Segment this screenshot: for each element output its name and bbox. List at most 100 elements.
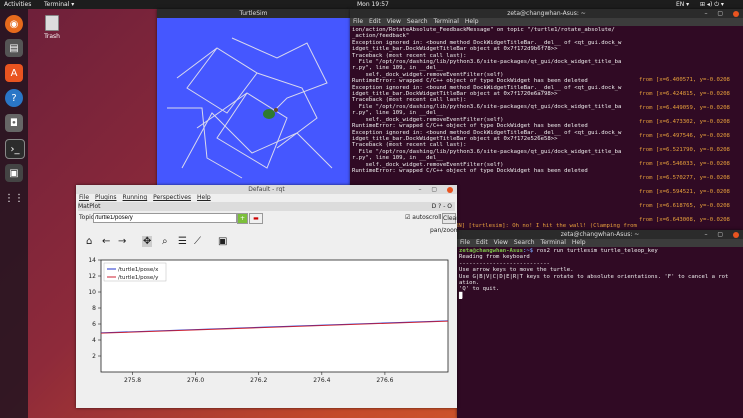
- forward-icon[interactable]: →: [118, 236, 126, 247]
- clock[interactable]: Mon 19:57: [357, 0, 389, 9]
- y-tick-label: 10: [88, 289, 96, 296]
- cursor: █: [459, 292, 463, 299]
- clamp-warning-line: from [x=6.594521, y=-0.0208: [639, 189, 730, 195]
- matplot-title: MatPlot: [78, 203, 101, 210]
- autoscroll-label: autoscroll: [412, 214, 442, 221]
- show-apps-icon[interactable]: ⋮⋮: [4, 189, 24, 207]
- prompt-user: zeta@changwhan-Asus: [459, 248, 523, 254]
- trash-label: Trash: [44, 33, 60, 40]
- configure-icon[interactable]: ☰: [178, 236, 187, 247]
- close-icon[interactable]: [733, 10, 739, 17]
- legend-label: /turtle1/pose/y: [118, 275, 159, 281]
- terminal2-titlebar[interactable]: zeta@changwhan-Asus: ~ – ▢: [457, 230, 743, 239]
- rqt-titlebar[interactable]: Default - rqt – ▢: [76, 185, 457, 194]
- software-center-icon[interactable]: A: [5, 64, 23, 82]
- terminal1-menubar: File Edit View Search Terminal Help: [350, 18, 743, 26]
- turtlesim-window: TurtleSim: [157, 9, 350, 187]
- clamp-warning-line: from [x=6.570277, y=-0.0208: [639, 175, 730, 181]
- y-tick-label: 6: [92, 321, 96, 328]
- terminal-line: Use G|B|V|C|D|E|R|T keys to rotate to ab…: [459, 273, 729, 280]
- y-tick-label: 14: [88, 257, 96, 264]
- terminal2-menu-file[interactable]: File: [460, 239, 470, 246]
- close-icon[interactable]: [447, 186, 453, 193]
- terminal1-menu-terminal[interactable]: Terminal: [434, 18, 459, 25]
- files-icon[interactable]: ▤: [5, 39, 23, 57]
- terminal2-menu-terminal[interactable]: Terminal: [541, 239, 566, 246]
- turtlesim-titlebar[interactable]: TurtleSim: [157, 9, 350, 18]
- terminal2-menu-search[interactable]: Search: [514, 239, 535, 246]
- firefox-icon[interactable]: ◉: [5, 15, 23, 33]
- rqt-menubar: File Plugins Running Perspectives Help: [76, 194, 457, 202]
- clamp-warning-line: from [x=6.449059, y=-0.0208: [639, 105, 730, 111]
- terminal2-menu-view[interactable]: View: [494, 239, 508, 246]
- rqt-menu-perspectives[interactable]: Perspectives: [153, 194, 191, 201]
- activities-button[interactable]: Activities: [4, 0, 31, 9]
- terminal1-menu-help[interactable]: Help: [465, 18, 479, 25]
- rqt-menu-file[interactable]: File: [79, 194, 89, 201]
- dock-controls[interactable]: D ? - O: [432, 202, 452, 211]
- system-tray-icons[interactable]: ⊞ ◂) ⏻ ▾: [700, 0, 724, 9]
- terminal-window-2: zeta@changwhan-Asus: ~ – ▢ File Edit View S…: [457, 230, 743, 418]
- top-panel: Activities Terminal ▾ Mon 19:57 EN ▾ ⊞ ◂…: [0, 0, 743, 9]
- terminal-icon[interactable]: ›_: [5, 139, 25, 159]
- input-source[interactable]: EN ▾: [676, 0, 689, 9]
- y-tick-label: 4: [92, 337, 96, 344]
- lines-icon[interactable]: ⟋: [194, 236, 201, 247]
- rqt-menu-plugins[interactable]: Plugins: [95, 194, 117, 201]
- matplot-dock-title: MatPlot D ? - O: [78, 202, 455, 211]
- remove-topic-button[interactable]: ▬: [249, 213, 263, 224]
- y-tick-label: 2: [92, 353, 96, 360]
- turtlesim-icon[interactable]: ▣: [5, 164, 23, 182]
- clear-button[interactable]: Clear: [442, 213, 459, 224]
- topic-label: Topic: [79, 214, 95, 221]
- x-tick-label: 276.2: [250, 377, 267, 384]
- terminal2-output[interactable]: zeta@changwhan-Asus:~$ ros2 run turtlesi…: [457, 247, 743, 418]
- close-icon[interactable]: [733, 231, 739, 238]
- plot-area[interactable]: 275.8 276.0 276.2 276.4 276.6 2 4 6 8 10 12 14/turt…: [76, 252, 457, 397]
- trash-desktop-item[interactable]: Trash: [40, 15, 64, 40]
- pan-icon[interactable]: ✥: [142, 236, 153, 247]
- clamp-warning-line: from [x=6.400571, y=-0.0208: [639, 77, 730, 83]
- rqt-menu-help[interactable]: Help: [197, 194, 211, 201]
- topic-input[interactable]: [93, 213, 237, 223]
- x-tick-label: 276.0: [187, 377, 204, 384]
- mode-label: pan/zoom: [430, 227, 460, 234]
- help-icon[interactable]: ?: [5, 89, 23, 107]
- home-icon[interactable]: ⌂: [86, 236, 92, 247]
- clamp-warning-line: from [x=6.618765, y=-0.0208: [639, 203, 730, 209]
- terminal1-menu-file[interactable]: File: [353, 18, 363, 25]
- terminal1-warn-column: from [x=6.400571, y=-0.0208 from [x=6.424…: [637, 76, 743, 232]
- turtle-trail: [167, 37, 333, 179]
- rqt-window: Default - rqt – ▢ File Plugins Running Pers…: [76, 185, 460, 408]
- dock: ◉ ▤ A ? ◘ ›_ ▣ ⋮⋮: [0, 9, 28, 418]
- plot-toolbar: ⌂ ← → ✥ ⌕ ☰ ⟋ ▣: [76, 235, 457, 251]
- trash-icon: [45, 15, 59, 31]
- terminal1-menu-view[interactable]: View: [387, 18, 401, 25]
- zoom-icon[interactable]: ⌕: [162, 236, 168, 247]
- terminal1-menu-edit[interactable]: Edit: [369, 18, 381, 25]
- turtlesim-title: TurtleSim: [239, 10, 268, 17]
- terminal2-menubar: File Edit View Search Terminal Help: [457, 239, 743, 247]
- autoscroll-checkbox[interactable]: ☑ autoscroll: [405, 214, 442, 221]
- x-tick-label: 276.4: [313, 377, 330, 384]
- terminal-line: RuntimeError: wrapped C/C++ object of ty…: [352, 167, 588, 174]
- rqt-menu-running[interactable]: Running: [123, 194, 148, 201]
- app-menu[interactable]: Terminal ▾: [44, 0, 74, 9]
- y-tick-label: 12: [88, 273, 96, 280]
- save-icon[interactable]: ▣: [218, 236, 227, 247]
- add-topic-button[interactable]: +: [237, 213, 248, 224]
- terminal1-title: zeta@changwhan-Asus: ~: [507, 10, 586, 17]
- terminal2-menu-edit[interactable]: Edit: [476, 239, 488, 246]
- terminal2-menu-help[interactable]: Help: [572, 239, 586, 246]
- terminal2-title: zeta@changwhan-Asus: ~: [560, 231, 640, 238]
- terminal1-menu-search[interactable]: Search: [407, 18, 428, 25]
- camera-icon[interactable]: ◘: [5, 114, 23, 132]
- legend-label: /turtle1/pose/x: [118, 267, 159, 273]
- turtle-icon: [263, 108, 278, 119]
- back-icon[interactable]: ←: [102, 236, 110, 247]
- prompt-path: :~$: [523, 248, 534, 254]
- terminal1-titlebar[interactable]: zeta@changwhan-Asus: ~ – ▢: [350, 9, 743, 18]
- clamp-warning-line: from [x=6.521790, y=-0.0208: [639, 147, 730, 153]
- y-tick-label: 8: [92, 305, 96, 312]
- clamp-warning-line: from [x=6.424815, y=-0.0208: [639, 91, 730, 97]
